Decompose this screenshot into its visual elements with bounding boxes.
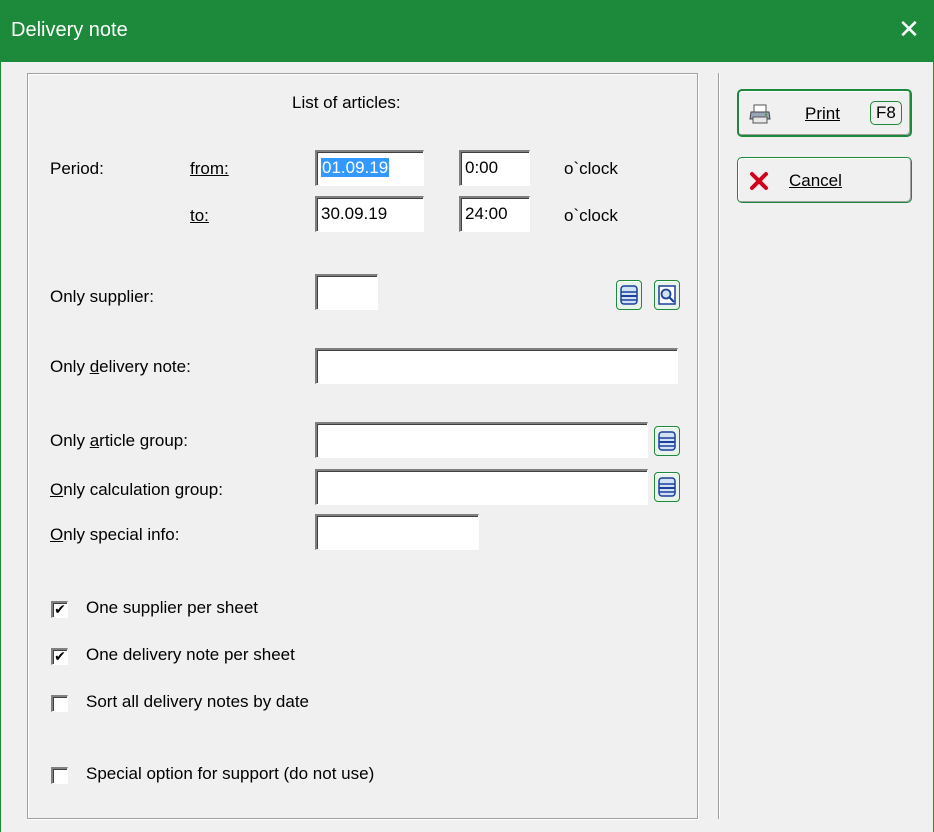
from-date-field[interactable]: 01.09.19 (315, 150, 424, 186)
printer-icon (749, 104, 771, 124)
delivery-note-field[interactable] (315, 348, 678, 384)
supplier-search-button[interactable] (654, 280, 680, 310)
cancel-button[interactable]: Cancel (737, 157, 912, 203)
cancel-label: Cancel (789, 171, 842, 190)
article-group-list-button[interactable] (654, 426, 680, 456)
list-icon (658, 431, 676, 451)
print-button[interactable]: Print F8 (737, 89, 912, 137)
print-shortcut-badge: F8 (870, 101, 902, 125)
option-label-2: Sort all delivery notes by date (86, 692, 310, 711)
from-label: from: (190, 159, 229, 178)
article-group-label: Only article group: (50, 431, 188, 450)
delivery-note-label: Only delivery note: (50, 357, 191, 376)
calculation-group-label: Only calculation group: (50, 480, 223, 499)
from-oclock-label: o`clock (564, 159, 618, 178)
list-icon (620, 285, 638, 305)
option-label-0: One supplier per sheet (86, 598, 258, 617)
magnifier-icon (658, 285, 676, 305)
title-bar: Delivery note ✕ (0, 0, 934, 62)
cancel-x-icon (750, 172, 768, 190)
close-icon[interactable]: ✕ (894, 12, 924, 46)
option-label-3: Special option for support (do not use) (86, 764, 375, 783)
special-info-field[interactable] (315, 514, 479, 550)
option-checkbox-1[interactable]: ✔ (51, 648, 68, 665)
to-oclock-label: o`clock (564, 206, 618, 225)
window-title: Delivery note (11, 19, 128, 41)
calculation-group-field[interactable] (315, 469, 648, 505)
to-label: to: (190, 206, 209, 225)
supplier-label: Only supplier: (50, 287, 154, 306)
option-checkbox-2[interactable] (51, 695, 68, 712)
special-info-label: Only special info: (50, 525, 180, 544)
to-time-field[interactable]: 24:00 (459, 196, 530, 232)
option-checkbox-0[interactable]: ✔ (51, 601, 68, 618)
to-date-field[interactable]: 30.09.19 (315, 196, 424, 232)
option-label-1: One delivery note per sheet (86, 645, 295, 664)
period-label: Period: (50, 159, 104, 178)
print-label: Print (805, 104, 840, 123)
button-separator (718, 73, 720, 819)
article-group-field[interactable] (315, 422, 648, 458)
from-time-field[interactable]: 0:00 (459, 150, 530, 186)
supplier-field[interactable] (315, 274, 378, 310)
list-heading: List of articles: (292, 93, 401, 112)
list-icon (658, 477, 676, 497)
supplier-list-button[interactable] (616, 280, 642, 310)
from-date-value: 01.09.19 (321, 158, 390, 177)
calculation-group-list-button[interactable] (654, 472, 680, 502)
option-checkbox-3[interactable] (51, 767, 68, 784)
